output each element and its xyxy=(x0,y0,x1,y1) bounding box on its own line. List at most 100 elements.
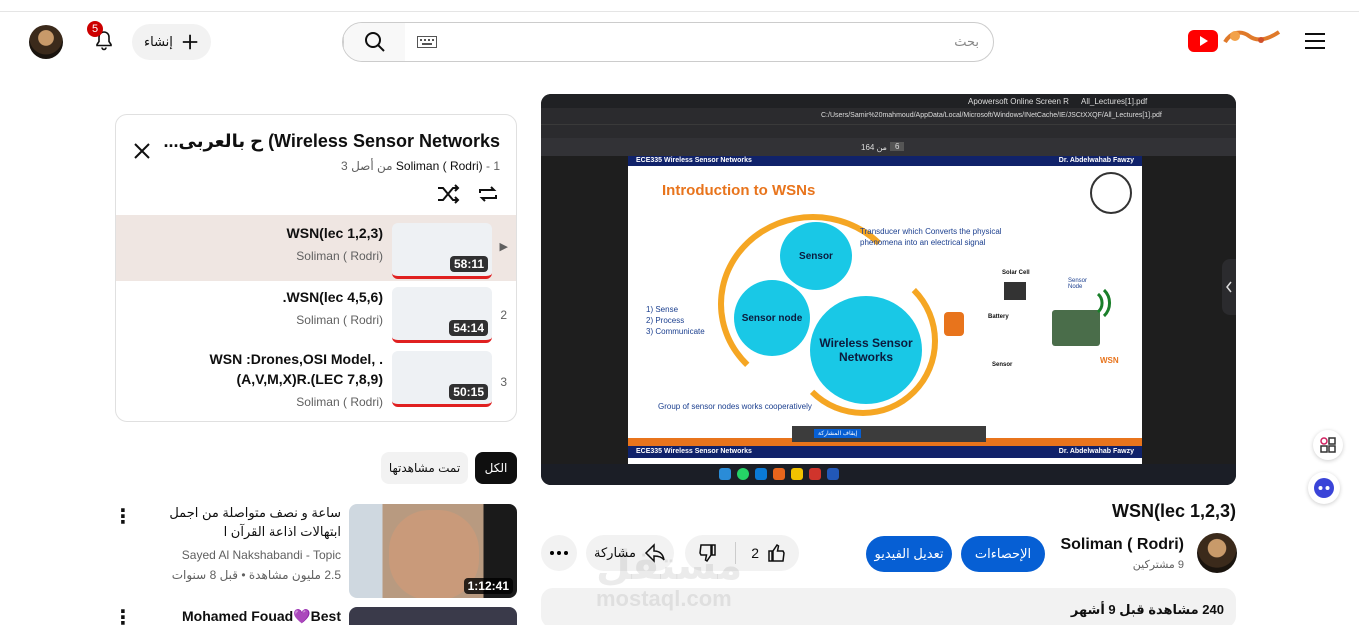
upload-date: قبل 9 أشهر xyxy=(1070,602,1145,617)
sensor-node-gear-label: Sensor node xyxy=(741,312,803,324)
view-label: مشاهدة xyxy=(1148,602,1199,617)
sensor-gear-label: Sensor xyxy=(799,250,833,262)
view-count: 240 xyxy=(1202,602,1224,617)
slide-footer: ECE335 Wireless Sensor Networks Dr. Abde… xyxy=(628,446,1142,458)
youtube-logo[interactable] xyxy=(1188,30,1218,52)
playlist-item-channel: Soliman ( Rodri) xyxy=(296,249,383,263)
playlist-item[interactable]: 3 50:15 WSN :Drones,OSI Model, .(A,V,M,X… xyxy=(116,347,516,421)
recommendation-menu-button[interactable]: ⋮ xyxy=(111,605,135,625)
slide-footer-right: Dr. Abdelwahab Fawzy xyxy=(1058,448,1134,455)
notification-count-badge: 5 xyxy=(87,21,103,37)
assistant-button[interactable] xyxy=(1308,472,1340,504)
edit-video-button[interactable]: تعديل الفيديو xyxy=(866,536,952,572)
recorded-url: C:/Users/Samir%20mahmoud/AppData/Local/M… xyxy=(821,112,1162,119)
playlist-item[interactable]: ▶ 58:11 WSN(lec 1,2,3) Soliman ( Rodri) xyxy=(116,215,516,281)
slide-footer-left: ECE335 Wireless Sensor Networks xyxy=(636,448,752,455)
playlist-item-index: 2 xyxy=(500,308,507,322)
menu-icon[interactable] xyxy=(1304,32,1326,50)
recorded-taskbar xyxy=(541,464,1236,485)
recommendation-meta: 2.5 مليون مشاهدة • قبل 8 سنوات xyxy=(171,568,341,582)
playlist-panel: ...ح بالعربى (Wireless Sensor Networks S… xyxy=(115,114,517,422)
group-text: Group of sensor nodes works cooperativel… xyxy=(658,402,812,411)
play-logo-icon xyxy=(1200,36,1208,46)
playlist-item-index: 3 xyxy=(500,375,507,389)
more-horizontal-icon xyxy=(550,551,568,555)
search-input[interactable]: بحث xyxy=(405,23,993,61)
filter-chip-all[interactable]: الكل xyxy=(475,452,517,484)
list-item-2: 2) Process xyxy=(646,316,685,325)
recorded-tab-1: Apowersoft Online Screen R xyxy=(968,97,1069,106)
shuffle-icon[interactable] xyxy=(436,183,460,205)
wsn-gear: Wireless Sensor Networks xyxy=(810,296,922,404)
account-avatar[interactable] xyxy=(29,25,63,59)
search-placeholder: بحث xyxy=(954,34,979,49)
sensor-probe-illustration xyxy=(944,312,964,336)
university-seal xyxy=(1090,172,1132,214)
search-button[interactable] xyxy=(343,23,405,61)
keyboard-icon[interactable] xyxy=(417,36,437,48)
solar-cell-illustration xyxy=(1004,282,1026,300)
create-label: إنشاء xyxy=(144,34,173,49)
create-button[interactable]: إنشاء xyxy=(132,24,211,60)
notifications-button[interactable]: 5 xyxy=(86,21,122,59)
slide-header-right: Dr. Abdelwahab Fawzy xyxy=(1058,157,1134,164)
transducer-text: Transducer which Converts the physical p… xyxy=(860,227,1002,247)
side-panel-toggle[interactable] xyxy=(1222,259,1236,315)
duration-badge: 54:14 xyxy=(449,320,488,336)
playlist-item-channel: Soliman ( Rodri) xyxy=(296,395,383,409)
playlist-item-title: WSN(lec 1,2,3) xyxy=(286,225,383,241)
sensor-gear: Sensor xyxy=(780,222,852,290)
recommendation-channel[interactable]: Sayed Al Nakshabandi - Topic xyxy=(182,548,341,562)
extension-button[interactable] xyxy=(1313,430,1343,460)
doodle-logo-icon xyxy=(1223,30,1281,44)
recorded-pdf-toolbar: 6 من 164 xyxy=(541,138,1236,156)
hardware-diagram: Solar Cell Battery Sensor Node Sensor WS… xyxy=(944,270,1122,382)
function-list: 1) Sense 2) Process 3) Communicate xyxy=(646,304,705,337)
chevron-left-icon xyxy=(1226,281,1232,293)
playlist-item-channel: Soliman ( Rodri) xyxy=(296,313,383,327)
recorded-titlebar: Apowersoft Online Screen R All_Lectures[… xyxy=(541,94,1236,108)
watermark-english: mostaql.com xyxy=(596,586,732,611)
analytics-button[interactable]: الإحصاءات xyxy=(961,536,1045,572)
edit-video-label: تعديل الفيديو xyxy=(874,546,944,561)
like-icon xyxy=(768,543,785,562)
sensor-small-label: Sensor xyxy=(992,362,1013,368)
recorded-addressbar: C:/Users/Samir%20mahmoud/AppData/Local/M… xyxy=(541,108,1236,124)
wireless-signal-icon xyxy=(1096,288,1111,318)
recommendation-thumbnail[interactable]: 1:12:41 xyxy=(349,504,517,598)
playlist-item-title: WSN :Drones,OSI Model, .(A,V,M,X)R.(LEC … xyxy=(209,351,383,387)
more-actions-button[interactable] xyxy=(541,535,577,571)
recorded-bookmarks xyxy=(541,124,1236,138)
filter-chip-watched[interactable]: تمت مشاهدتها xyxy=(381,452,468,484)
stop-sharing-button[interactable]: إيقاف المشاركة xyxy=(814,429,862,438)
playlist-title[interactable]: ...ح بالعربى (Wireless Sensor Networks xyxy=(160,131,500,152)
video-player[interactable]: Apowersoft Online Screen R All_Lectures[… xyxy=(541,94,1236,485)
playlist-item[interactable]: 2 54:14 .WSN(lec 4,5,6) Soliman ( Rodri) xyxy=(116,283,516,349)
grid-icon xyxy=(1320,437,1336,453)
playlist-item-thumbnail: 58:11 xyxy=(392,223,492,279)
filter-watched-label: تمت مشاهدتها xyxy=(388,461,461,475)
sensor-node-gear: Sensor node xyxy=(734,280,810,356)
search-icon xyxy=(364,32,385,52)
plus-icon xyxy=(182,34,198,50)
channel-name[interactable]: Soliman ( Rodri) xyxy=(1060,536,1184,554)
duration-badge: 1:12:41 xyxy=(463,578,513,594)
subscriber-count: 9 مشتركين xyxy=(1132,559,1184,571)
like-button[interactable]: 2 xyxy=(751,542,787,564)
list-item-1: 1) Sense xyxy=(646,305,679,314)
close-icon[interactable] xyxy=(132,141,152,161)
recommendation-title[interactable]: Mohamed Fouad💜Best xyxy=(182,607,341,625)
recommendation-menu-button[interactable]: ⋮ xyxy=(111,504,135,528)
solar-cell-label: Solar Cell xyxy=(1002,270,1030,276)
recommendation-title[interactable]: ساعة و نصف متواصلة من اجمل ابتهالات اذاع… xyxy=(141,503,341,541)
playlist-channel[interactable]: Soliman ( Rodri) xyxy=(396,159,483,173)
channel-avatar[interactable] xyxy=(1197,533,1237,573)
loop-icon[interactable] xyxy=(476,183,500,205)
recommendation-thumbnail[interactable] xyxy=(349,607,517,625)
playlist-item-index: ▶ xyxy=(499,241,508,253)
search-bar: بحث xyxy=(342,22,994,62)
duration-badge: 50:15 xyxy=(449,384,488,400)
video-title: WSN(lec 1,2,3) xyxy=(1111,501,1236,521)
battery-label: Battery xyxy=(988,314,1009,320)
list-item-3: 3) Communicate xyxy=(646,327,705,336)
